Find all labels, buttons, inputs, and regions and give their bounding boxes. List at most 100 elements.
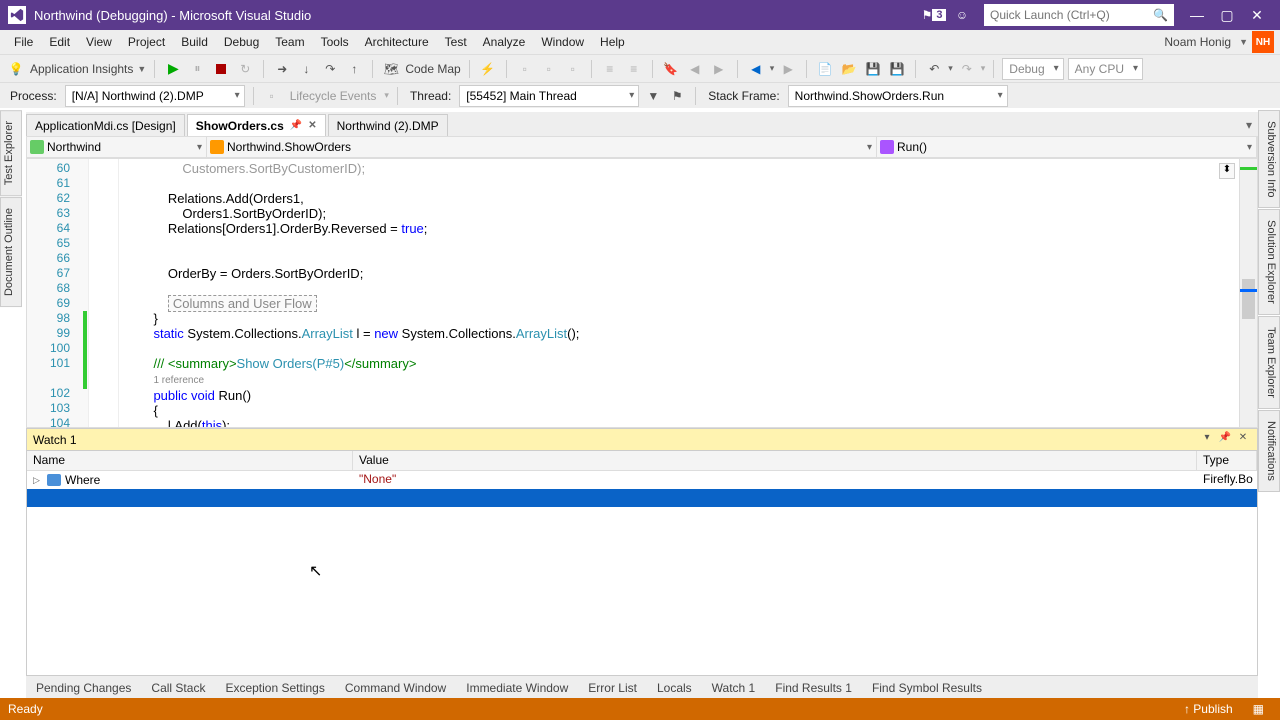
config-combo[interactable]: Debug [1002,58,1063,80]
close-button[interactable]: ✕ [1242,7,1272,24]
expand-icon[interactable]: ▷ [33,475,43,486]
lifecycle-label: Lifecycle Events [286,89,381,103]
scroll-marker [1240,289,1257,292]
step-over-icon[interactable]: ↷ [320,59,340,79]
split-icon[interactable]: ⬍ [1219,163,1235,179]
btab-exception-settings[interactable]: Exception Settings [215,677,334,698]
process-combo[interactable]: [N/A] Northwind (2).DMP [65,85,245,107]
outline-margin [89,159,119,427]
continue-button[interactable]: ▶ [163,59,183,79]
save-all-icon[interactable]: 💾 [887,59,907,79]
frame-combo[interactable]: Northwind.ShowOrders.Run [788,85,1008,107]
vertical-scrollbar[interactable] [1239,159,1257,427]
menu-file[interactable]: File [6,33,41,51]
code-editor[interactable]: + − 606162636465666768699899100101102103… [26,158,1258,428]
close-tab-icon[interactable]: ✕ [308,120,316,131]
side-tab-document-outline[interactable]: Document Outline [0,197,22,307]
restore-button[interactable]: ▢ [1212,7,1242,24]
line-number-gutter: + − 606162636465666768699899100101102103… [27,159,89,427]
platform-combo[interactable]: Any CPU [1068,58,1143,80]
code-map-icon[interactable]: 🗺 [381,59,401,79]
flag-icon[interactable]: ⚑3 [924,5,944,25]
watch-row-empty[interactable] [27,489,1257,507]
intellitrace-icon[interactable]: ⚡ [478,59,498,79]
btab-error-list[interactable]: Error List [578,677,647,698]
menu-view[interactable]: View [78,33,120,51]
tab-overflow-icon[interactable]: ▾ [1240,114,1258,136]
menu-edit[interactable]: Edit [41,33,78,51]
lightbulb-icon[interactable]: 💡 [6,59,26,79]
stop-button[interactable] [211,59,231,79]
col-name[interactable]: Name [27,451,353,470]
back-icon[interactable]: ◀ [746,59,766,79]
side-tab-solution-explorer[interactable]: Solution Explorer [1258,209,1280,315]
doc-tab[interactable]: ApplicationMdi.cs [Design] [26,114,185,136]
undo-icon[interactable]: ↶ [924,59,944,79]
btab-call-stack[interactable]: Call Stack [141,677,215,698]
step-out-icon[interactable]: ↑ [344,59,364,79]
menu-debug[interactable]: Debug [216,33,267,51]
open-icon[interactable]: 📂 [839,59,859,79]
doc-tab[interactable]: ShowOrders.cs📌✕ [187,114,326,136]
new-icon[interactable]: 📄 [815,59,835,79]
btab-pending-changes[interactable]: Pending Changes [26,677,141,698]
btab-find-symbol[interactable]: Find Symbol Results [862,677,992,698]
doc-tab[interactable]: Northwind (2).DMP [328,114,448,136]
quick-launch-input[interactable]: 🔍 [984,4,1174,26]
side-tab-test-explorer[interactable]: Test Explorer [0,110,22,196]
minimize-button[interactable]: — [1182,7,1212,23]
pin-icon[interactable]: 📌 [290,120,302,131]
debug-location-toolbar: Process: [N/A] Northwind (2).DMP ▫ Lifec… [0,82,1280,108]
feedback-icon[interactable]: ☺ [952,5,972,25]
scrollbar-thumb[interactable] [1242,279,1255,319]
menu-architecture[interactable]: Architecture [357,33,437,51]
close-panel-icon[interactable]: ✕ [1235,432,1251,448]
next-statement-icon[interactable]: ➜ [272,59,292,79]
btab-locals[interactable]: Locals [647,677,702,698]
thread-combo[interactable]: [55452] Main Thread [459,85,639,107]
right-dock: Subversion Info Solution Explorer Team E… [1258,110,1280,493]
side-tab-notifications[interactable]: Notifications [1258,410,1280,492]
watch-titlebar[interactable]: Watch 1 ▾ 📌 ✕ [27,429,1257,451]
menu-test[interactable]: Test [437,33,475,51]
btab-watch1[interactable]: Watch 1 [702,677,766,698]
user-avatar[interactable]: NH [1252,31,1274,53]
menu-team[interactable]: Team [267,33,312,51]
watch-grid[interactable]: Name Value Type ▷ Where "None" Firefly.B… [27,451,1257,675]
user-name[interactable]: Noam Honig [1164,35,1235,49]
col-type[interactable]: Type [1197,451,1257,470]
method-icon [880,140,894,154]
nav-member-combo[interactable]: Run() [877,137,1257,157]
status-text: Ready [8,702,43,716]
btab-command-window[interactable]: Command Window [335,677,456,698]
code-map-button[interactable]: Code Map [405,62,460,76]
app-insights-button[interactable]: Application Insights [30,62,133,76]
btab-find-results[interactable]: Find Results 1 [765,677,862,698]
menu-tools[interactable]: Tools [313,33,357,51]
save-icon[interactable]: 💾 [863,59,883,79]
nav-class-combo[interactable]: Northwind.ShowOrders [207,137,877,157]
window-position-icon[interactable]: ▾ [1199,432,1215,448]
menu-project[interactable]: Project [120,33,173,51]
menu-build[interactable]: Build [173,33,216,51]
thread-filter-icon[interactable]: ▼ [643,86,663,106]
side-tab-subversion[interactable]: Subversion Info [1258,110,1280,208]
menu-analyze[interactable]: Analyze [475,33,534,51]
btab-immediate-window[interactable]: Immediate Window [456,677,578,698]
watch-header: Name Value Type [27,451,1257,471]
standard-toolbar: 💡 Application Insights ▼ ▶ ⏸ ↻ ➜ ↓ ↷ ↑ 🗺… [0,54,1280,82]
step-into-icon[interactable]: ↓ [296,59,316,79]
menu-window[interactable]: Window [533,33,592,51]
autohide-icon[interactable]: 📌 [1217,432,1233,448]
status-menu-icon[interactable]: ▦ [1245,702,1272,716]
restart-button[interactable]: ↻ [235,59,255,79]
publish-button[interactable]: ↑ Publish [1176,702,1241,716]
nav-project-combo[interactable]: Northwind [27,137,207,157]
col-value[interactable]: Value [353,451,1197,470]
side-tab-team-explorer[interactable]: Team Explorer [1258,316,1280,409]
thread-flag-icon[interactable]: ⚑ [667,86,687,106]
watch-row[interactable]: ▷ Where "None" Firefly.Bo [27,471,1257,489]
bookmark-icon[interactable]: 🔖 [661,59,681,79]
code-content[interactable]: Customers.SortByCustomerID); Relations.A… [119,159,1239,427]
menu-help[interactable]: Help [592,33,633,51]
